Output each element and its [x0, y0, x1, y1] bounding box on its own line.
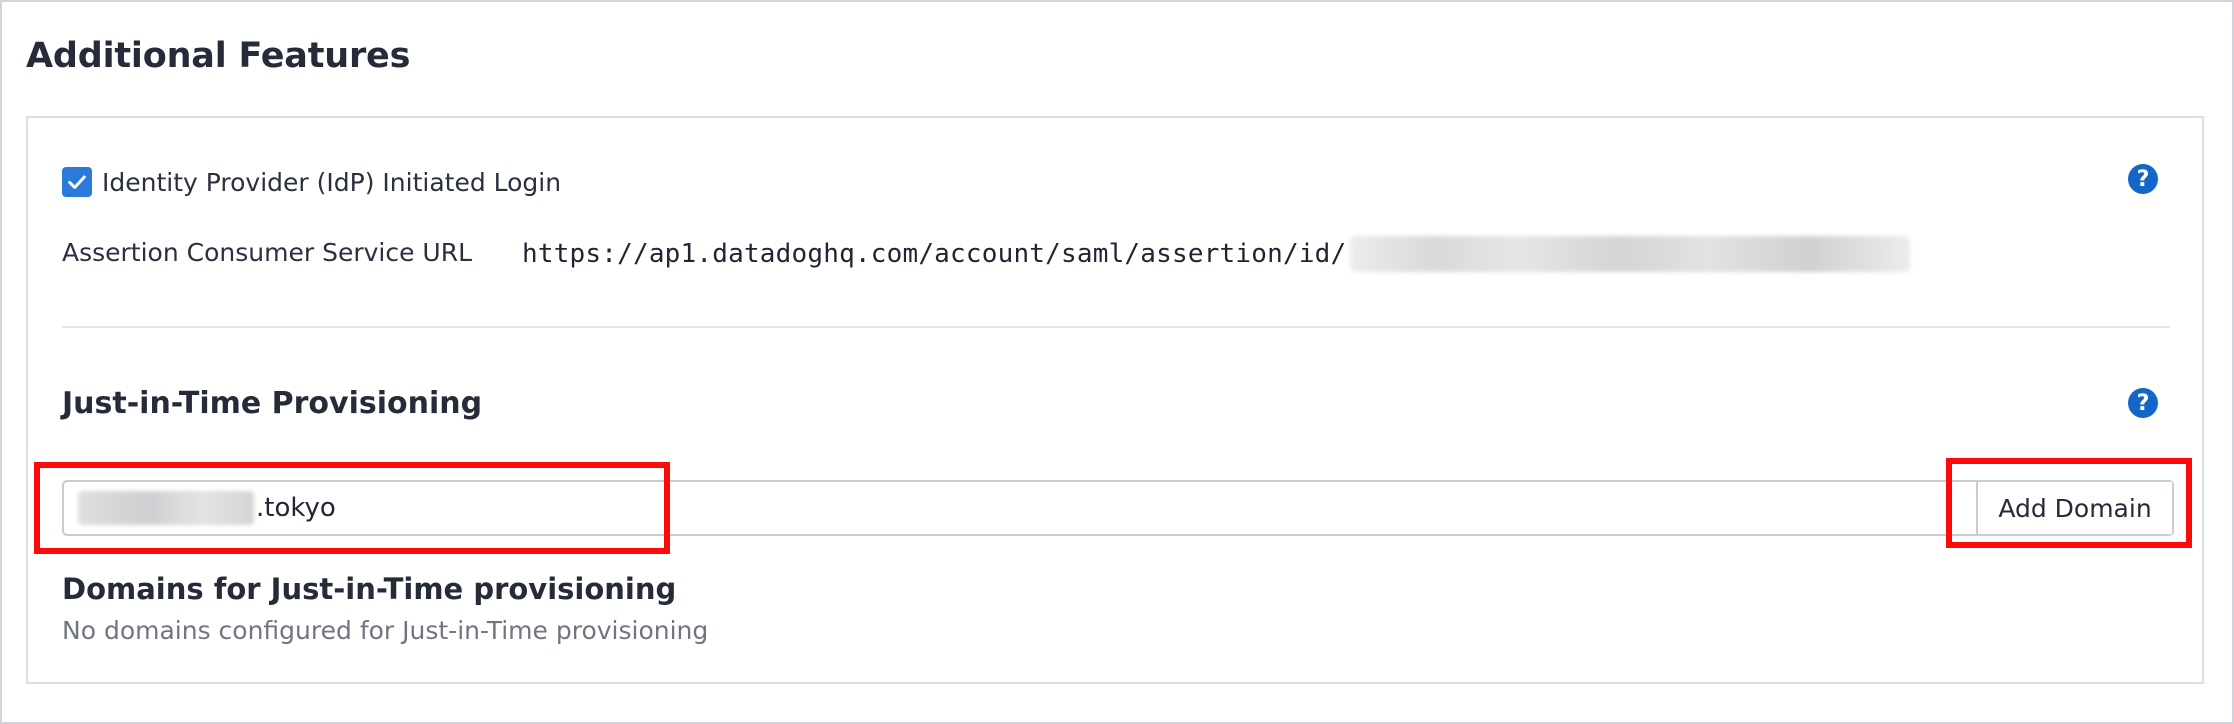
- acs-url-label: Assertion Consumer Service URL: [62, 238, 473, 267]
- domains-list-title: Domains for Just-in-Time provisioning: [62, 572, 677, 606]
- domains-empty-message: No domains configured for Just-in-Time p…: [62, 616, 709, 645]
- section-title: Additional Features: [26, 36, 411, 76]
- divider: [62, 326, 2170, 328]
- redacted-id: [1350, 236, 1911, 272]
- acs-url-value: https://ap1.datadoghq.com/account/saml/a…: [522, 236, 1911, 272]
- question-circle-icon[interactable]: ?: [2128, 164, 2158, 194]
- idp-initiated-login-row: Identity Provider (IdP) Initiated Login: [62, 162, 561, 202]
- idp-initiated-login-checkbox[interactable]: [62, 167, 92, 197]
- checkmark-icon: [68, 175, 86, 189]
- add-domain-button[interactable]: Add Domain: [1976, 482, 2172, 534]
- domain-input-group: .tokyo Add Domain: [62, 480, 2174, 536]
- redacted-domain: [78, 491, 254, 525]
- features-card: Identity Provider (IdP) Initiated Login …: [26, 116, 2204, 684]
- idp-initiated-login-label: Identity Provider (IdP) Initiated Login: [102, 167, 562, 197]
- domain-input-value: .tokyo: [256, 493, 336, 523]
- question-circle-icon[interactable]: ?: [2128, 388, 2158, 418]
- domain-input[interactable]: .tokyo: [64, 482, 1976, 534]
- additional-features-panel: Additional Features Identity Provider (I…: [0, 0, 2234, 724]
- acs-url-text: https://ap1.datadoghq.com/account/saml/a…: [522, 239, 1347, 269]
- jit-provisioning-title: Just-in-Time Provisioning: [62, 386, 483, 421]
